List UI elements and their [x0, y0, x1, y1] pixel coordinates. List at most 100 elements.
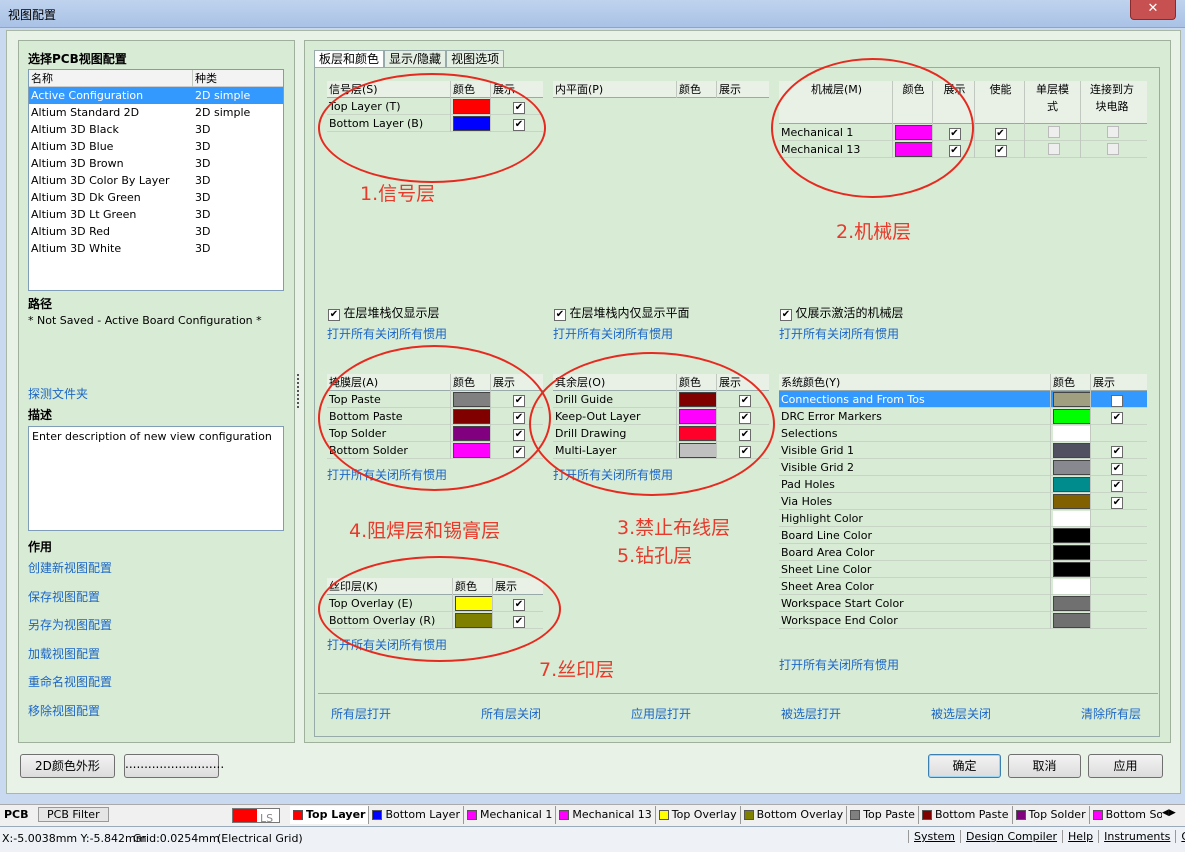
system-row[interactable]: Board Area Color [779, 544, 1147, 561]
color-swatch[interactable] [1053, 426, 1090, 441]
color-swatch[interactable] [1053, 596, 1090, 611]
layer-tab[interactable]: Bottom Overlay [741, 806, 848, 824]
system-row[interactable]: Workspace End Color [779, 612, 1147, 629]
layer-set-button[interactable]: LS [232, 808, 280, 825]
system-color-cell[interactable] [1051, 544, 1091, 561]
config-row[interactable]: Altium 3D Blue 3D [29, 138, 283, 155]
status-tab[interactable]: Instruments [1098, 830, 1175, 843]
bottom-link[interactable]: 所有层打开 [331, 705, 391, 722]
system-color-cell[interactable] [1051, 493, 1091, 510]
tab-2[interactable]: 视图选项 [446, 50, 505, 67]
system-row[interactable]: Highlight Color [779, 510, 1147, 527]
layer-tab[interactable]: Mechanical 13 [556, 806, 656, 824]
mech-only-active-check[interactable]: ✔ 仅展示激活的机械层 [780, 304, 904, 321]
connect-checkbox[interactable] [1107, 143, 1119, 155]
enable-checkbox[interactable]: ✔ [994, 145, 1007, 157]
bottom-link[interactable]: 被选层关闭 [931, 705, 991, 722]
color-2d-button[interactable]: 2D颜色外形 [20, 754, 115, 778]
single-layer-checkbox[interactable] [1047, 126, 1060, 138]
system-row[interactable]: Visible Grid 1 ✔ [779, 442, 1147, 459]
ok-button[interactable]: 确定 [928, 754, 1001, 778]
system-color-cell[interactable] [1051, 442, 1091, 459]
layer-tab[interactable]: Top Solder [1013, 806, 1090, 824]
signal-only-stack-check[interactable]: ✔ 在层堆栈仅显示层 [328, 304, 440, 321]
show-cell[interactable] [1091, 578, 1143, 595]
color-swatch[interactable] [1053, 392, 1090, 407]
show-cell[interactable]: ✔ [1091, 391, 1143, 408]
layer-tab[interactable]: Bottom Solder [1090, 806, 1162, 824]
signal-links[interactable]: 打开所有关闭所有惯用 [327, 325, 447, 342]
show-cell[interactable]: ✔ [1091, 493, 1143, 510]
bottom-link[interactable]: 被选层打开 [781, 705, 841, 722]
color-swatch[interactable] [1053, 409, 1090, 424]
show-cell[interactable]: ✔ [1091, 459, 1143, 476]
show-cell[interactable] [1091, 425, 1143, 442]
status-tab[interactable]: Help [1062, 830, 1098, 843]
splitter-handle[interactable] [297, 374, 300, 408]
system-row[interactable]: Pad Holes ✔ [779, 476, 1147, 493]
action-link[interactable]: 另存为视图配置 [28, 616, 112, 645]
color-swatch[interactable] [1053, 511, 1090, 526]
color-swatch[interactable] [1053, 477, 1090, 492]
color-swatch[interactable] [1053, 613, 1090, 628]
plane-only-stack-check[interactable]: ✔ 在层堆栈内仅显示平面 [554, 304, 690, 321]
close-button[interactable]: ✕ [1130, 0, 1176, 20]
show-checkbox[interactable]: ✔ [1111, 497, 1123, 509]
mech-cell[interactable] [1081, 124, 1143, 141]
col-kind[interactable]: 种类 [193, 70, 281, 87]
show-checkbox[interactable]: ✔ [1111, 480, 1123, 492]
config-row[interactable]: Active Configuration 2D simple [29, 87, 283, 104]
bottom-link[interactable]: 清除所有层 [1081, 705, 1141, 722]
system-row[interactable]: Sheet Line Color [779, 561, 1147, 578]
system-color-cell[interactable] [1051, 527, 1091, 544]
color-swatch[interactable] [1053, 460, 1090, 475]
show-checkbox[interactable]: ✔ [1111, 446, 1123, 458]
show-cell[interactable] [1091, 510, 1143, 527]
system-links[interactable]: 打开所有关闭所有惯用 [779, 656, 899, 673]
status-tab[interactable]: Design Compiler [960, 830, 1062, 843]
config-row[interactable]: Altium 3D Black 3D [29, 121, 283, 138]
system-color-cell[interactable] [1051, 612, 1091, 629]
layer-tab[interactable]: Bottom Paste [919, 806, 1013, 824]
system-row[interactable]: Board Line Color [779, 527, 1147, 544]
bottom-link[interactable]: 所有层关闭 [481, 705, 541, 722]
bottom-link[interactable]: 应用层打开 [631, 705, 691, 722]
system-row[interactable]: Workspace Start Color [779, 595, 1147, 612]
system-color-cell[interactable] [1051, 391, 1091, 408]
status-tab[interactable]: System [908, 830, 960, 843]
description-field[interactable]: Enter description of new view configurat… [28, 426, 284, 531]
explore-folder-link[interactable]: 探测文件夹 [28, 385, 88, 402]
apply-button[interactable]: 应用 [1088, 754, 1163, 778]
show-cell[interactable] [1091, 527, 1143, 544]
mech-cell[interactable] [1025, 141, 1081, 158]
system-color-cell[interactable] [1051, 459, 1091, 476]
mech-cell[interactable]: ✔ [975, 124, 1025, 141]
connect-checkbox[interactable] [1107, 126, 1119, 138]
system-color-cell[interactable] [1051, 476, 1091, 493]
status-tab[interactable]: Oper [1175, 830, 1185, 843]
tab-scroll-arrows[interactable]: ◀▶ [1162, 808, 1176, 818]
action-link[interactable]: 移除视图配置 [28, 702, 112, 731]
mech-cell[interactable]: ✔ [975, 141, 1025, 158]
system-row[interactable]: Connections and From Tos ✔ [779, 391, 1147, 408]
system-row[interactable]: Visible Grid 2 ✔ [779, 459, 1147, 476]
layer-tab[interactable]: Mechanical 1 [464, 806, 557, 824]
system-row[interactable]: DRC Error Markers ✔ [779, 408, 1147, 425]
layer-tab[interactable]: Top Overlay [656, 806, 741, 824]
mech-cell[interactable] [1081, 141, 1143, 158]
layer-tab[interactable]: Top Layer [290, 806, 370, 824]
color-swatch[interactable] [1053, 494, 1090, 509]
show-cell[interactable]: ✔ [1091, 442, 1143, 459]
show-cell[interactable] [1091, 561, 1143, 578]
mech-cell[interactable] [1025, 124, 1081, 141]
mech-links[interactable]: 打开所有关闭所有惯用 [779, 325, 899, 342]
system-color-cell[interactable] [1051, 510, 1091, 527]
system-row[interactable]: Sheet Area Color [779, 578, 1147, 595]
color-swatch[interactable] [1053, 528, 1090, 543]
cancel-button[interactable]: 取消 [1008, 754, 1081, 778]
tab-1[interactable]: 显示/隐藏 [384, 50, 447, 67]
action-link[interactable]: 保存视图配置 [28, 588, 112, 617]
show-cell[interactable] [1091, 612, 1143, 629]
color-swatch[interactable] [1053, 562, 1090, 577]
config-row[interactable]: Altium 3D Red 3D [29, 223, 283, 240]
